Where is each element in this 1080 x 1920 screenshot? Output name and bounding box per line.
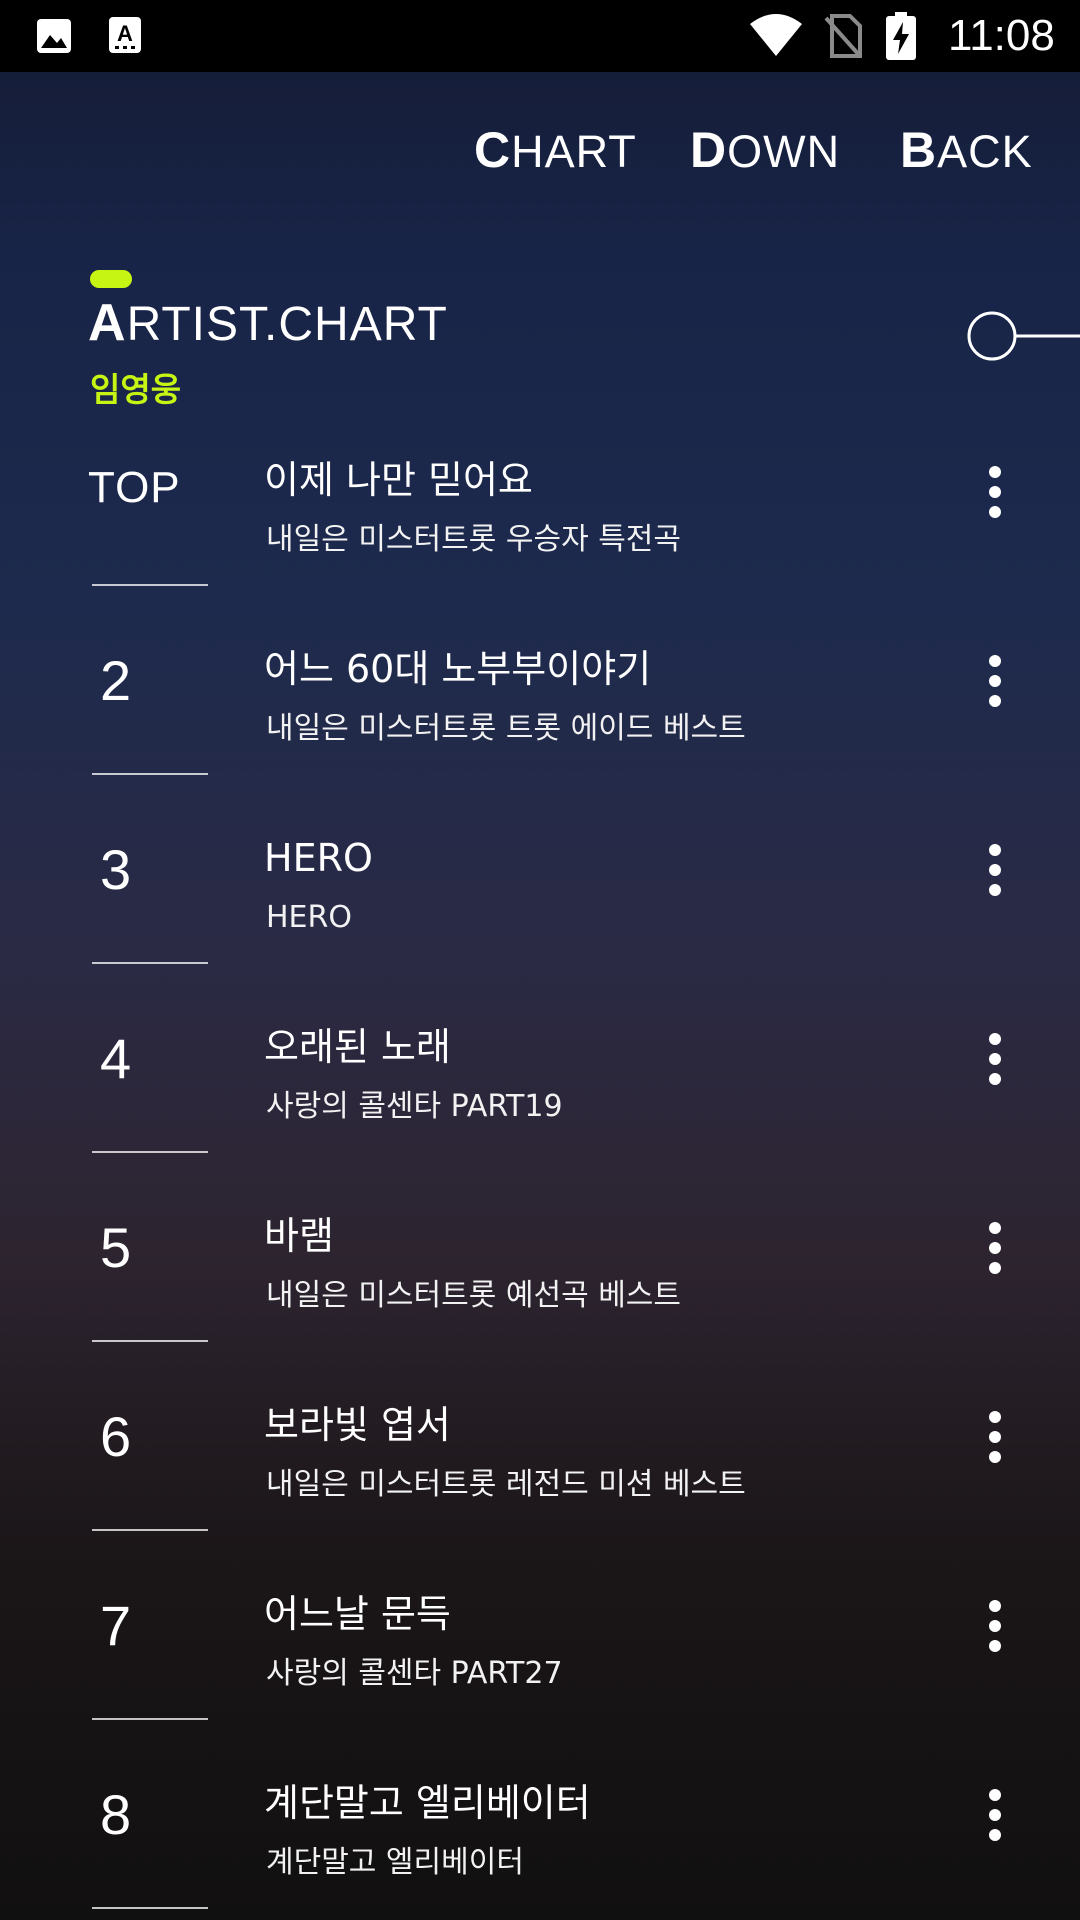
rank-label: 4 (100, 1027, 132, 1090)
down-button-label: OWN (727, 126, 841, 177)
row-divider (92, 1529, 208, 1531)
chart-button-initial: C (474, 122, 512, 178)
wifi-icon (750, 14, 802, 56)
song-title: HERO (264, 836, 373, 880)
gallery-icon (37, 19, 71, 53)
chart-button-label: HART (511, 126, 637, 177)
row-divider (92, 1151, 208, 1153)
more-options-icon[interactable] (978, 1407, 1012, 1483)
song-row[interactable]: 3 HERO HERO (0, 812, 1080, 1001)
row-divider (92, 773, 208, 775)
back-button-label: ACK (937, 126, 1033, 177)
row-divider (92, 584, 208, 586)
chart-button[interactable]: CHART (474, 122, 637, 180)
song-row[interactable]: 8 계단말고 엘리베이터 계단말고 엘리베이터 (0, 1757, 1080, 1920)
song-title: 바램 (264, 1214, 334, 1258)
accent-pill (90, 270, 132, 288)
more-options-icon[interactable] (978, 840, 1012, 916)
down-button[interactable]: DOWN (690, 122, 840, 180)
song-row[interactable]: 4 오래된 노래 사랑의 콜센타 PART19 (0, 1001, 1080, 1190)
rank-label: 3 (100, 838, 132, 901)
back-button[interactable]: BACK (900, 122, 1033, 180)
song-album: 사랑의 콜센타 PART19 (266, 1089, 563, 1124)
svg-text:A: A (117, 21, 133, 46)
row-divider (92, 962, 208, 964)
more-options-icon[interactable] (978, 462, 1012, 538)
row-divider (92, 1907, 208, 1909)
artist-name: 임영웅 (90, 370, 182, 409)
song-row[interactable]: TOP 이제 나만 믿어요 내일은 미스터트롯 우승자 특전곡 (0, 434, 1080, 623)
song-album: 내일은 미스터트롯 우승자 특전곡 (266, 522, 682, 557)
status-bar: A 11:08 (0, 0, 1080, 72)
song-album: 내일은 미스터트롯 예선곡 베스트 (266, 1278, 682, 1313)
row-divider (92, 1718, 208, 1720)
rank-label: 6 (100, 1405, 132, 1468)
song-title: 계단말고 엘리베이터 (264, 1781, 591, 1825)
row-divider (92, 1340, 208, 1342)
song-list: TOP 이제 나만 믿어요 내일은 미스터트롯 우승자 특전곡 2 어느 60대… (0, 434, 1080, 1920)
clock: 11:08 (948, 11, 1055, 60)
song-row[interactable]: 7 어느날 문득 사랑의 콜센타 PART27 (0, 1568, 1080, 1757)
page-title: ARTIST.CHART (88, 294, 448, 354)
song-title: 어느 60대 노부부이야기 (264, 647, 652, 691)
song-album: 내일은 미스터트롯 레전드 미션 베스트 (266, 1467, 746, 1502)
rank-label: 2 (100, 649, 132, 712)
more-options-icon[interactable] (978, 651, 1012, 727)
song-title: 어느날 문득 (264, 1592, 451, 1636)
song-album: 계단말고 엘리베이터 (266, 1845, 524, 1880)
no-sim-icon (824, 14, 862, 58)
song-row[interactable]: 5 바램 내일은 미스터트롯 예선곡 베스트 (0, 1190, 1080, 1379)
song-album: 내일은 미스터트롯 트롯 에이드 베스트 (266, 711, 746, 746)
rank-label: 5 (100, 1216, 132, 1279)
rank-label: TOP (88, 463, 181, 512)
page-title-initial: A (88, 294, 127, 352)
more-options-icon[interactable] (978, 1218, 1012, 1294)
more-options-icon[interactable] (978, 1596, 1012, 1672)
song-album: HERO (266, 900, 352, 935)
song-album: 사랑의 콜센타 PART27 (266, 1656, 563, 1691)
page-title-rest: RTIST.CHART (126, 298, 448, 351)
rank-label: 8 (100, 1783, 132, 1846)
more-options-icon[interactable] (978, 1785, 1012, 1861)
battery-charging-icon (886, 12, 916, 60)
song-title: 이제 나만 믿어요 (264, 458, 533, 502)
font-icon: A (109, 17, 141, 53)
song-row[interactable]: 2 어느 60대 노부부이야기 내일은 미스터트롯 트롯 에이드 베스트 (0, 623, 1080, 812)
back-button-initial: B (900, 122, 938, 178)
song-title: 오래된 노래 (264, 1025, 451, 1069)
slider-handle[interactable] (966, 310, 1080, 362)
down-button-initial: D (690, 122, 728, 178)
rank-label: 7 (100, 1594, 132, 1657)
song-row[interactable]: 6 보라빛 엽서 내일은 미스터트롯 레전드 미션 베스트 (0, 1379, 1080, 1568)
more-options-icon[interactable] (978, 1029, 1012, 1105)
song-title: 보라빛 엽서 (264, 1403, 451, 1447)
